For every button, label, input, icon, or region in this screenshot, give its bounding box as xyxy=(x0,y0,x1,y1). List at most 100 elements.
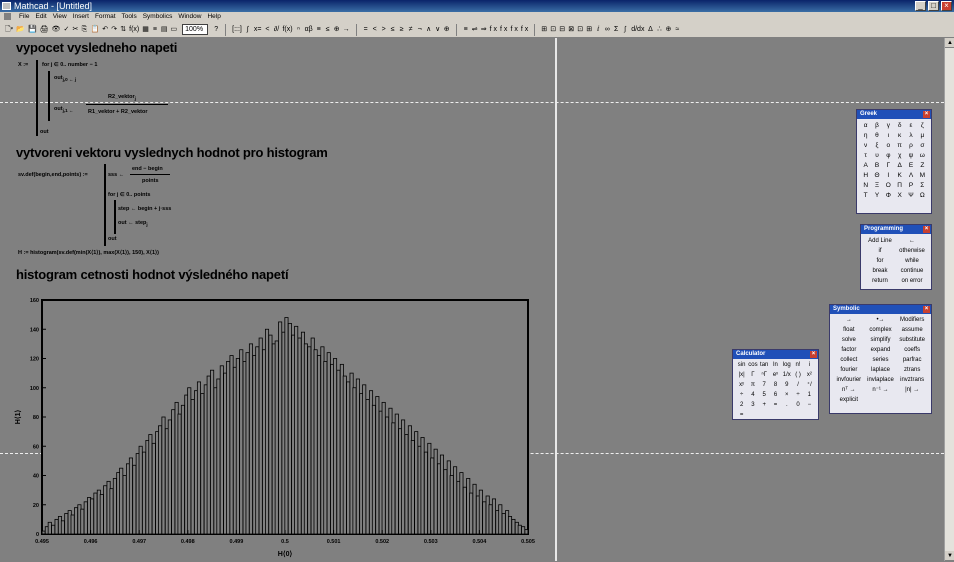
symbolic-op-button[interactable]: ztrans xyxy=(896,365,928,375)
calculus-10-icon[interactable]: d/dx xyxy=(630,25,645,35)
calculator-key-button[interactable]: / xyxy=(792,380,803,390)
standard-5-icon[interactable]: ✓ xyxy=(62,25,70,35)
greek-symbol-button[interactable]: Ψ xyxy=(905,191,916,201)
svdef-lhs[interactable]: sv.def(begin,end,points) := xyxy=(18,172,88,178)
close-icon[interactable]: × xyxy=(923,226,930,233)
calculator-key-button[interactable]: i xyxy=(804,360,815,370)
symbolic-op-button[interactable]: factor xyxy=(833,345,865,355)
greek-symbol-button[interactable]: Β xyxy=(871,161,882,171)
symbolic-op-button[interactable]: simplify xyxy=(865,335,897,345)
greek-symbol-button[interactable]: Σ xyxy=(917,181,928,191)
programming-palette[interactable]: Programming × Add Line ← if otherwise for whil… xyxy=(860,224,932,290)
greek-symbol-button[interactable]: Η xyxy=(860,171,871,181)
symbolic-op-button[interactable]: parfrac xyxy=(896,355,928,365)
greek-symbol-button[interactable]: Γ xyxy=(883,161,894,171)
symbolic-op-button[interactable]: invfourier xyxy=(833,375,865,385)
calculator-palette[interactable]: Calculator × sin cos tan ln log n! i |x| ΓⁿΓ eˣ 1/x… xyxy=(732,349,819,420)
symbolic-op-button[interactable]: explicit xyxy=(833,395,865,405)
greek-symbol-button[interactable]: ν xyxy=(860,141,871,151)
calculator-key-button[interactable]: Γ xyxy=(747,370,758,380)
calculator-key-button[interactable]: tan xyxy=(759,360,770,370)
boolean-7-icon[interactable]: ∧ xyxy=(425,25,433,35)
for-loop[interactable]: for j ∈ 0.. points xyxy=(108,192,150,198)
calculator-key-button[interactable]: π xyxy=(747,380,758,390)
programming-op-button[interactable]: otherwise xyxy=(896,246,928,256)
calculator-key-button[interactable]: log xyxy=(781,360,792,370)
greek-symbol-button[interactable]: φ xyxy=(883,151,894,161)
calculus-7-icon[interactable]: ∞ xyxy=(603,25,611,35)
symbolic-op-button[interactable]: nᵀ → xyxy=(833,385,865,395)
calculator-key-button[interactable]: 1/x xyxy=(781,370,792,380)
heading-output-voltage[interactable]: vypocet vysledneho napeti xyxy=(16,40,177,55)
greek-symbol-button[interactable]: ζ xyxy=(917,121,928,131)
calculator-key-button[interactable]: 1 xyxy=(804,390,815,400)
calculator-key-button[interactable]: 5 xyxy=(759,390,770,400)
symbolic-op-button[interactable]: complex xyxy=(865,325,897,335)
eval-2-icon[interactable]: ⇒ xyxy=(480,25,488,35)
calculator-key-button[interactable]: x² xyxy=(804,370,815,380)
calculus-0-icon[interactable]: ⊞ xyxy=(540,25,548,35)
greek-symbol-button[interactable]: κ xyxy=(894,131,905,141)
x-definition-lhs[interactable]: X := xyxy=(18,62,28,68)
symbolic-op-button[interactable]: solve xyxy=(833,335,865,345)
boolean-5-icon[interactable]: ≠ xyxy=(407,25,415,35)
vertical-scrollbar[interactable]: ▲ ▼ xyxy=(944,38,954,561)
assign-out-j0[interactable]: outj,0 ← j xyxy=(54,75,76,82)
calculator-key-button[interactable]: ÷ xyxy=(792,390,803,400)
greek-symbol-button[interactable]: Μ xyxy=(917,171,928,181)
math-6-icon[interactable]: ⁿ xyxy=(295,25,303,35)
menu-view[interactable]: View xyxy=(53,12,67,22)
eval-0-icon[interactable]: ≡ xyxy=(462,25,470,35)
calculus-11-icon[interactable]: Δ xyxy=(646,25,654,35)
calculator-key-button[interactable]: = xyxy=(736,410,747,420)
calculator-key-button[interactable]: 9 xyxy=(781,380,792,390)
greek-symbol-button[interactable]: Ρ xyxy=(905,181,916,191)
boolean-4-icon[interactable]: ≥ xyxy=(398,25,406,35)
calculator-key-button[interactable]: 7 xyxy=(759,380,770,390)
greek-symbol-button[interactable]: γ xyxy=(883,121,894,131)
greek-symbol-button[interactable]: η xyxy=(860,131,871,141)
math-11-icon[interactable]: → xyxy=(342,25,351,35)
greek-palette-title[interactable]: Greek × xyxy=(857,110,931,119)
calculus-3-icon[interactable]: ⊠ xyxy=(567,25,575,35)
greek-symbol-button[interactable]: π xyxy=(894,141,905,151)
calculator-key-button[interactable]: ln xyxy=(770,360,781,370)
symbolic-op-button[interactable]: → xyxy=(833,315,865,325)
standard-9-icon[interactable]: ↶ xyxy=(101,25,109,35)
math-1-icon[interactable]: ∫ xyxy=(244,25,252,35)
greek-symbol-button[interactable]: β xyxy=(871,121,882,131)
symbolic-op-button[interactable]: substitute xyxy=(896,335,928,345)
standard-3-icon[interactable]: 🖨 xyxy=(39,25,50,35)
for-loop[interactable]: for j ∈ 0.. number − 1 xyxy=(42,62,97,68)
calculator-key-button[interactable]: + xyxy=(759,400,770,410)
greek-symbol-button[interactable]: Π xyxy=(894,181,905,191)
greek-symbol-button[interactable]: Ε xyxy=(905,161,916,171)
calculator-key-button[interactable]: eˣ xyxy=(770,370,781,380)
heading-result-vector[interactable]: vytvoreni vektoru vyslednych hodnot pro … xyxy=(16,145,328,160)
greek-symbol-button[interactable]: Α xyxy=(860,161,871,171)
eval-5-icon[interactable]: f x xyxy=(509,25,518,35)
symbolic-op-button[interactable]: invlaplace xyxy=(865,375,897,385)
calculator-key-button[interactable]: 3 xyxy=(747,400,758,410)
standard-10-icon[interactable]: ↷ xyxy=(110,25,118,35)
programming-op-button[interactable]: continue xyxy=(896,266,928,276)
standard-0-icon[interactable]: 🗋▾ xyxy=(4,25,14,35)
calculator-key-button[interactable]: cos xyxy=(747,360,758,370)
boolean-0-icon[interactable]: = xyxy=(362,25,370,35)
return-out[interactable]: out xyxy=(108,236,117,242)
symbolic-op-button[interactable]: invztrans xyxy=(896,375,928,385)
boolean-1-icon[interactable]: < xyxy=(371,25,379,35)
standard-2-icon[interactable]: 💾 xyxy=(27,25,38,35)
greek-symbol-button[interactable]: Δ xyxy=(894,161,905,171)
greek-symbol-button[interactable]: Φ xyxy=(883,191,894,201)
calculus-5-icon[interactable]: ⊞ xyxy=(585,25,593,35)
greek-symbol-button[interactable]: χ xyxy=(894,151,905,161)
greek-symbol-button[interactable]: ω xyxy=(917,151,928,161)
calculator-key-button[interactable]: ( ) xyxy=(792,370,803,380)
greek-symbol-button[interactable]: Ι xyxy=(883,171,894,181)
greek-symbol-button[interactable]: Θ xyxy=(871,171,882,181)
greek-symbol-button[interactable]: Ο xyxy=(883,181,894,191)
programming-op-button[interactable]: while xyxy=(896,256,928,266)
assign-out-j1[interactable]: outj,1 ← xyxy=(54,106,74,113)
menu-window[interactable]: Window xyxy=(178,12,201,22)
